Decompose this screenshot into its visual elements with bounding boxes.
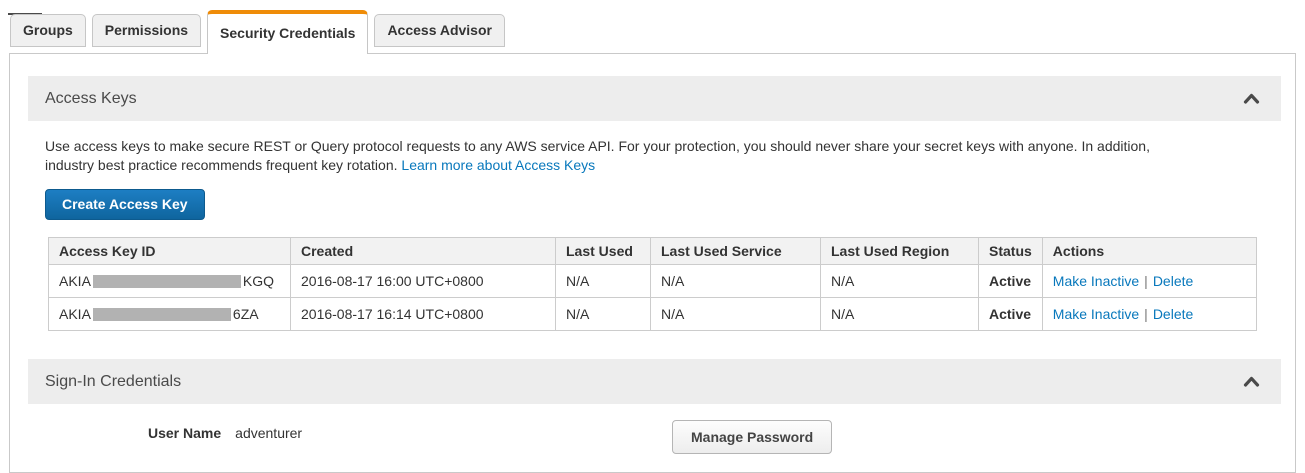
column-header-last-used-service: Last Used Service bbox=[651, 238, 821, 265]
actions-cell: Make Inactive | Delete bbox=[1042, 265, 1256, 298]
column-header-last-used: Last Used bbox=[556, 238, 651, 265]
tab-bar: Groups Permissions Security Credentials … bbox=[10, 10, 1305, 53]
last-used-cell: N/A bbox=[556, 265, 651, 298]
sign-in-credentials-section: Sign-In Credentials User Name adventurer… bbox=[10, 359, 1295, 465]
actions-cell: Make Inactive | Delete bbox=[1042, 298, 1256, 331]
key-prefix: AKIA bbox=[59, 273, 91, 289]
key-suffix: KGQ bbox=[243, 273, 274, 289]
column-header-actions: Actions bbox=[1042, 238, 1256, 265]
manage-password-button[interactable]: Manage Password bbox=[672, 420, 832, 454]
access-key-id-cell: AKIA KGQ bbox=[49, 265, 291, 298]
access-keys-table: Access Key ID Created Last Used Last Use… bbox=[48, 237, 1257, 331]
tab-security-credentials[interactable]: Security Credentials bbox=[207, 10, 368, 54]
last-used-region-cell: N/A bbox=[821, 265, 979, 298]
make-inactive-link[interactable]: Make Inactive bbox=[1053, 273, 1139, 289]
created-cell: 2016-08-17 16:14 UTC+0800 bbox=[291, 298, 556, 331]
security-credentials-panel: Access Keys Use access keys to make secu… bbox=[9, 53, 1296, 473]
last-used-region-cell: N/A bbox=[821, 298, 979, 331]
sign-in-section-title: Sign-In Credentials bbox=[45, 373, 181, 391]
delete-link[interactable]: Delete bbox=[1153, 273, 1193, 289]
table-row: AKIA KGQ 2016-08-17 16:00 UTC+0800 N/A N/… bbox=[49, 265, 1257, 298]
actions-separator: | bbox=[1144, 306, 1148, 322]
tab-access-advisor[interactable]: Access Advisor bbox=[374, 14, 505, 47]
tab-groups[interactable]: Groups bbox=[10, 14, 86, 47]
learn-more-link[interactable]: Learn more about Access Keys bbox=[401, 157, 595, 173]
user-name-value: adventurer bbox=[235, 425, 302, 441]
access-key-id-cell: AKIA 6ZA bbox=[49, 298, 291, 331]
column-header-access-key-id: Access Key ID bbox=[49, 238, 291, 265]
status-badge: Active bbox=[979, 298, 1043, 331]
access-keys-section: Access Keys Use access keys to make secu… bbox=[10, 76, 1295, 331]
status-badge: Active bbox=[979, 265, 1043, 298]
chevron-up-icon bbox=[1243, 92, 1260, 107]
last-used-service-cell: N/A bbox=[651, 265, 821, 298]
actions-separator: | bbox=[1144, 273, 1148, 289]
make-inactive-link[interactable]: Make Inactive bbox=[1053, 306, 1139, 322]
user-name-label: User Name bbox=[148, 425, 221, 441]
last-used-service-cell: N/A bbox=[651, 298, 821, 331]
description-line-1: Use access keys to make secure REST or Q… bbox=[45, 138, 1150, 154]
delete-link[interactable]: Delete bbox=[1153, 306, 1193, 322]
user-name-row: User Name adventurer Manage Password bbox=[148, 425, 1295, 465]
redacted-text-block bbox=[93, 275, 241, 288]
access-keys-section-title: Access Keys bbox=[45, 90, 137, 108]
sign-in-collapse-button[interactable] bbox=[1239, 374, 1264, 389]
tab-permissions[interactable]: Permissions bbox=[92, 14, 201, 47]
column-header-created: Created bbox=[291, 238, 556, 265]
table-header-row: Access Key ID Created Last Used Last Use… bbox=[49, 238, 1257, 265]
redacted-text-block bbox=[93, 308, 231, 321]
chevron-up-icon bbox=[1243, 375, 1260, 390]
access-keys-description: Use access keys to make secure REST or Q… bbox=[45, 137, 1275, 175]
table-row: AKIA 6ZA 2016-08-17 16:14 UTC+0800 N/A N/… bbox=[49, 298, 1257, 331]
create-access-key-button[interactable]: Create Access Key bbox=[45, 189, 205, 220]
access-keys-section-header: Access Keys bbox=[28, 76, 1281, 121]
key-prefix: AKIA bbox=[59, 306, 91, 322]
column-header-status: Status bbox=[979, 238, 1043, 265]
access-keys-collapse-button[interactable] bbox=[1239, 91, 1264, 106]
column-header-last-used-region: Last Used Region bbox=[821, 238, 979, 265]
last-used-cell: N/A bbox=[556, 298, 651, 331]
description-line-2: industry best practice recommends freque… bbox=[45, 157, 398, 173]
key-suffix: 6ZA bbox=[233, 306, 259, 322]
created-cell: 2016-08-17 16:00 UTC+0800 bbox=[291, 265, 556, 298]
sign-in-section-header: Sign-In Credentials bbox=[28, 359, 1281, 404]
